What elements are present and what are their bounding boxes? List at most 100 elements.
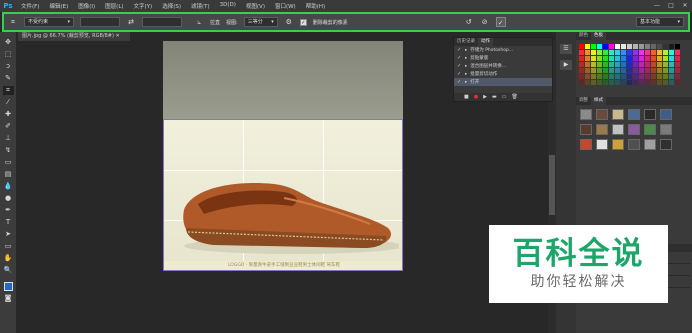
color-swatch[interactable] <box>669 44 674 49</box>
color-swatch[interactable] <box>621 74 626 79</box>
color-swatch[interactable] <box>663 50 668 55</box>
blur-tool-icon[interactable]: 💧 <box>3 182 14 191</box>
color-swatch[interactable] <box>663 44 668 49</box>
color-swatch[interactable] <box>621 44 626 49</box>
delete-cropped-checkbox[interactable]: ✓ <box>299 18 307 26</box>
color-swatch[interactable] <box>669 50 674 55</box>
path-select-tool-icon[interactable]: ➤ <box>3 230 14 239</box>
color-swatch[interactable] <box>579 50 584 55</box>
color-swatch[interactable] <box>651 44 656 49</box>
expand-arrow-icon[interactable]: ▸ <box>465 72 467 77</box>
color-swatch[interactable] <box>669 62 674 67</box>
color-swatch[interactable] <box>585 80 590 85</box>
color-swatch[interactable] <box>591 56 596 61</box>
color-swatch[interactable] <box>633 62 638 67</box>
check-icon[interactable]: ✓ <box>457 63 462 69</box>
check-icon[interactable]: ✓ <box>457 47 462 53</box>
width-field[interactable] <box>80 17 120 27</box>
eraser-tool-icon[interactable]: ▭ <box>3 158 14 167</box>
view-dropdown[interactable]: 三等分 ▾ <box>243 17 278 27</box>
eyedropper-tool-icon[interactable]: ⁄ <box>3 98 14 107</box>
play-icon[interactable]: ▶ <box>483 94 487 100</box>
color-swatch[interactable] <box>675 80 680 85</box>
straighten-icon[interactable]: ⦣ <box>194 17 204 27</box>
scrollbar-thumb[interactable] <box>549 155 555 215</box>
menu-item[interactable]: 窗口(W) <box>270 2 301 10</box>
color-swatch[interactable] <box>603 62 608 67</box>
color-swatch[interactable] <box>609 56 614 61</box>
crop-preview-image[interactable]: LOGGO · 限量真牛皮手工缝制豆豆鞋男士休闲鞋 驾车鞋 <box>163 119 403 271</box>
color-swatch[interactable] <box>651 56 656 61</box>
color-swatch[interactable] <box>591 80 596 85</box>
color-swatch[interactable] <box>645 56 650 61</box>
style-preset[interactable] <box>580 109 592 120</box>
quick-select-tool-icon[interactable]: ✎ <box>3 74 14 83</box>
color-swatch[interactable] <box>621 50 626 55</box>
color-swatch[interactable] <box>639 80 644 85</box>
color-swatch[interactable] <box>591 62 596 67</box>
color-swatch[interactable] <box>645 74 650 79</box>
style-preset[interactable] <box>612 109 624 120</box>
check-icon[interactable]: ✓ <box>457 71 462 77</box>
cancel-crop-icon[interactable]: ⊘ <box>480 17 490 27</box>
action-row[interactable]: ✓ ▸ 存储为 Photoshop... <box>454 46 552 54</box>
color-swatch[interactable] <box>621 56 626 61</box>
menu-item[interactable]: 帮助(H) <box>301 2 330 10</box>
menu-item[interactable]: 文件(F) <box>16 2 44 10</box>
color-swatch[interactable] <box>603 68 608 73</box>
style-preset[interactable] <box>644 139 656 150</box>
trash-icon[interactable]: 🗑 <box>511 94 517 100</box>
document-tab[interactable]: 图片.jpg @ 66.7% (裁剪预览, RGB/8#) ✕ <box>18 32 130 41</box>
color-swatch[interactable] <box>585 50 590 55</box>
color-swatch[interactable] <box>615 68 620 73</box>
style-preset[interactable] <box>612 124 624 135</box>
color-swatch[interactable] <box>609 68 614 73</box>
expand-arrow-icon[interactable]: ▸ <box>465 64 467 69</box>
color-swatch[interactable] <box>639 44 644 49</box>
crop-tool-icon[interactable]: ⌗ <box>8 17 18 27</box>
color-swatch[interactable] <box>627 50 632 55</box>
color-swatch[interactable] <box>579 56 584 61</box>
color-swatch[interactable] <box>657 50 662 55</box>
tab-color[interactable]: 颜色 <box>576 32 591 40</box>
color-swatch[interactable] <box>597 74 602 79</box>
style-preset[interactable] <box>644 124 656 135</box>
color-swatch[interactable] <box>669 68 674 73</box>
color-swatch[interactable] <box>615 62 620 67</box>
color-swatch[interactable] <box>609 74 614 79</box>
color-swatch[interactable] <box>675 56 680 61</box>
color-swatch[interactable] <box>579 62 584 67</box>
workspace-dropdown[interactable]: 基本功能 ▾ <box>636 17 684 27</box>
tab-adjustments[interactable]: 调整 <box>576 97 591 105</box>
color-swatch[interactable] <box>651 50 656 55</box>
color-swatch[interactable] <box>633 50 638 55</box>
color-swatch[interactable] <box>597 44 602 49</box>
commit-crop-icon[interactable]: ✓ <box>495 17 506 27</box>
color-swatch[interactable] <box>627 80 632 85</box>
new-set-icon[interactable]: ▬ <box>492 94 497 100</box>
color-swatch[interactable] <box>669 56 674 61</box>
color-swatch[interactable] <box>615 74 620 79</box>
color-swatch[interactable] <box>585 74 590 79</box>
color-swatch[interactable] <box>663 74 668 79</box>
color-swatch[interactable] <box>657 74 662 79</box>
color-swatch[interactable] <box>633 44 638 49</box>
shape-tool-icon[interactable]: ▭ <box>3 242 14 251</box>
color-swatch[interactable] <box>633 68 638 73</box>
color-swatch[interactable] <box>603 50 608 55</box>
color-swatch[interactable] <box>615 56 620 61</box>
check-icon[interactable]: ✓ <box>457 79 462 85</box>
pen-tool-icon[interactable]: ✒ <box>3 206 14 215</box>
color-swatch[interactable] <box>633 74 638 79</box>
maximize-button[interactable]: □ <box>664 0 678 12</box>
color-swatch[interactable] <box>675 74 680 79</box>
style-preset[interactable] <box>612 139 624 150</box>
color-swatch[interactable] <box>651 74 656 79</box>
color-swatch[interactable] <box>639 74 644 79</box>
reset-icon[interactable]: ↺ <box>464 17 474 27</box>
style-preset[interactable] <box>660 124 672 135</box>
crop-tool-icon[interactable]: ⌗ <box>2 86 14 95</box>
new-action-icon[interactable]: ▭ <box>502 94 507 100</box>
color-swatch[interactable] <box>585 62 590 67</box>
color-swatch[interactable] <box>615 80 620 85</box>
